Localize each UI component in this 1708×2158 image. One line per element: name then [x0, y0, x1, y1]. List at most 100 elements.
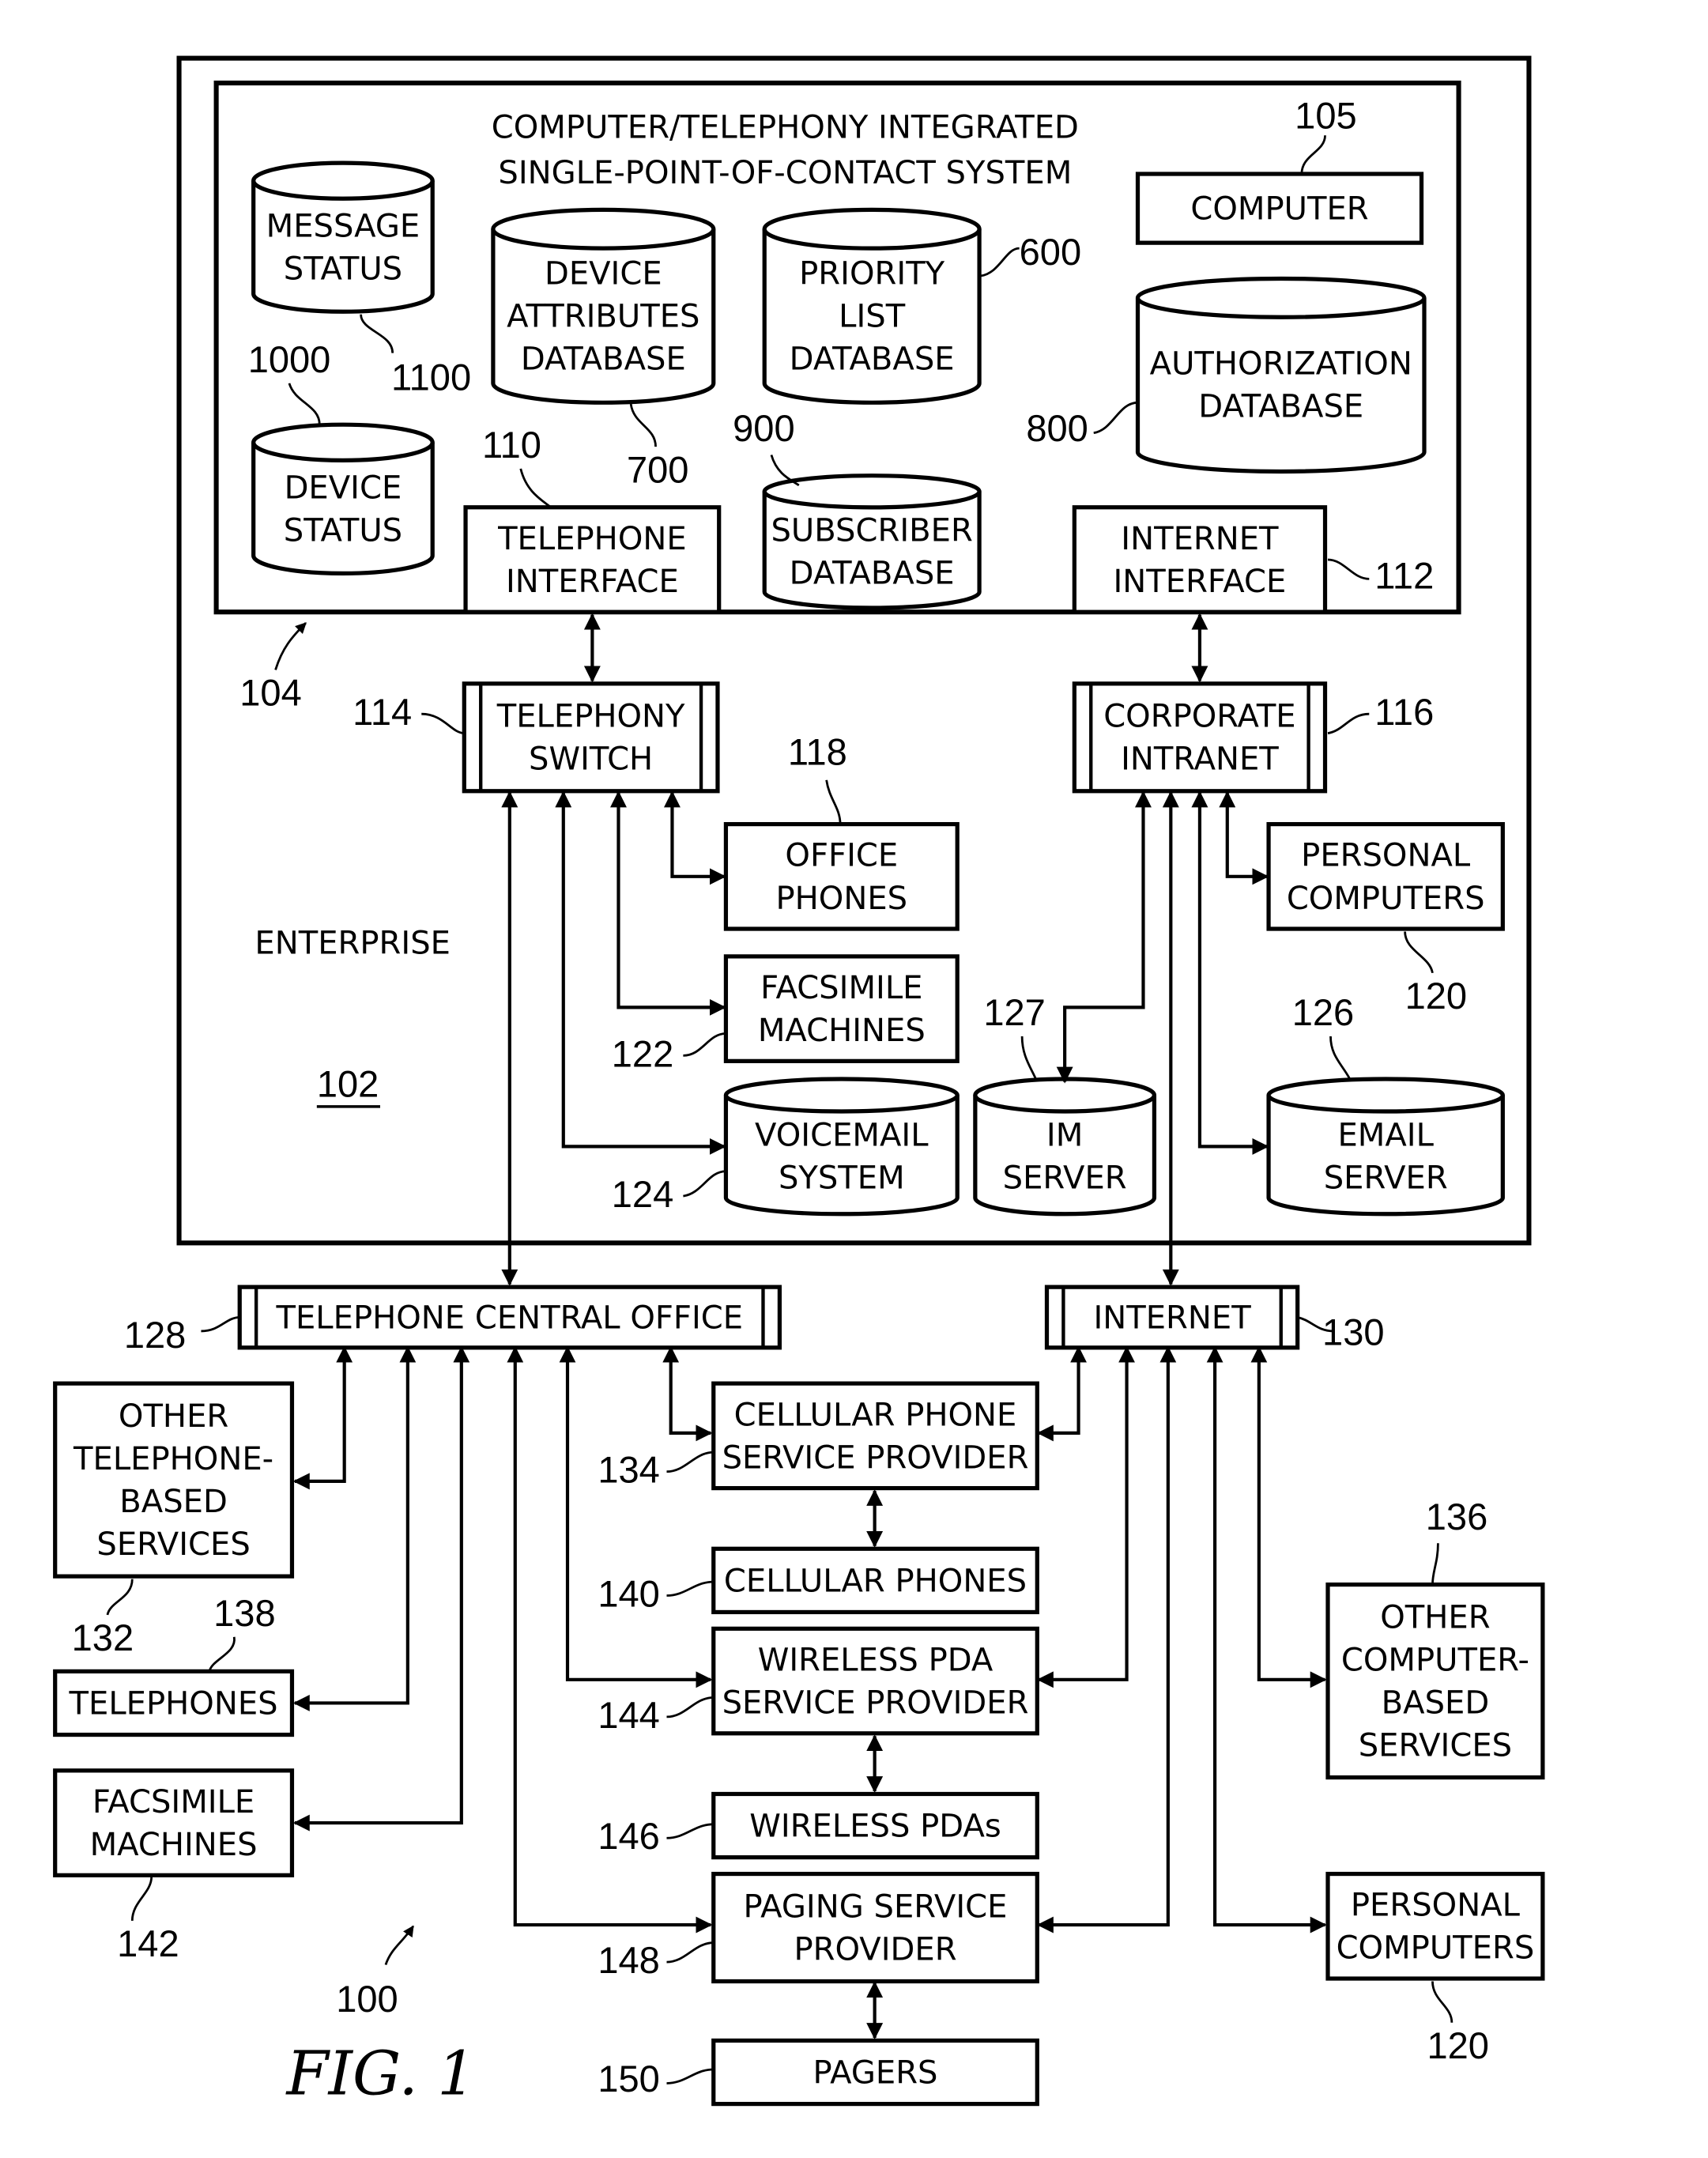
computer-node: COMPUTER 105 — [1135, 95, 1424, 245]
telephone-interface-label: INTERFACE — [506, 564, 679, 600]
other-computer-services-label: BASED — [1382, 1685, 1490, 1722]
link-intranet-email — [1191, 790, 1269, 1155]
im-server-leader-line — [1020, 1036, 1037, 1080]
cellular-provider-ref-numeral: 134 — [598, 1449, 660, 1491]
message-status-label: MESSAGE — [266, 208, 420, 244]
enterprise-label: ENTERPRISE — [255, 925, 451, 961]
paging-provider-node: PAGING SERVICE PROVIDER 148 — [598, 1871, 1039, 1984]
device-attributes-db-label: DATABASE — [521, 341, 686, 377]
authorization-db-label: DATABASE — [1198, 389, 1363, 425]
link-intranet-pcs — [1219, 790, 1269, 885]
wireless-pdas-leader-line — [666, 1823, 714, 1839]
external-pcs-ref-numeral: 120 — [1427, 2024, 1489, 2066]
device-status-label: STATUS — [284, 512, 402, 549]
cellular-provider-label: SERVICE PROVIDER — [722, 1439, 1029, 1476]
corporate-intranet-label: CORPORATE — [1103, 699, 1295, 735]
pagers-leader-line — [666, 2068, 714, 2084]
corporate-intranet-label: INTRANET — [1121, 741, 1279, 778]
external-pcs-label: PERSONAL — [1351, 1888, 1521, 1924]
enterprise-pcs-node: PERSONAL COMPUTERS 120 — [1266, 821, 1505, 1017]
priority-list-db-ref-numeral: 600 — [1020, 231, 1082, 273]
subscriber-db-ref-numeral: 900 — [733, 407, 794, 449]
external-fax-label: MACHINES — [90, 1827, 258, 1863]
computer-leader-line — [1300, 135, 1326, 175]
cellular-phones-node: CELLULAR PHONES 140 — [598, 1546, 1039, 1614]
device-status-ref-numeral: 1000 — [248, 338, 331, 380]
link-switch-office-phones — [664, 790, 726, 885]
telephony-switch-label: SWITCH — [529, 741, 653, 778]
priority-list-db-label: LIST — [839, 298, 906, 334]
enterprise-fax-label: FACSIMILE — [760, 970, 922, 1006]
link-net-pcs — [1206, 1345, 1327, 1934]
pagers-label: PAGERS — [813, 2054, 938, 2091]
telephony-switch-leader-line — [421, 712, 465, 734]
message-status-leader-line — [360, 314, 394, 353]
pagers-ref-numeral: 150 — [598, 2058, 660, 2100]
paging-provider-label: PAGING SERVICE — [744, 1888, 1008, 1925]
other-telephone-services-leader-line — [106, 1579, 134, 1616]
cellular-phones-ref-numeral: 140 — [598, 1572, 660, 1614]
authorization-db-cylinder-top — [1135, 276, 1427, 319]
telephone-central-office-label: TELEPHONE CENTRAL OFFICE — [276, 1300, 744, 1336]
im-server-label: IM — [1046, 1118, 1083, 1154]
email-server-leader-line — [1329, 1036, 1352, 1080]
internet-interface-node: INTERNET INTERFACE 112 — [1072, 505, 1434, 614]
message-status-ref-numeral: 1100 — [391, 357, 471, 398]
email-server-label: SERVER — [1324, 1160, 1448, 1197]
other-telephone-services-ref-numeral: 132 — [72, 1617, 134, 1658]
cellular-provider-leader-line — [666, 1451, 714, 1473]
external-fax-node: FACSIMILE MACHINES 142 — [53, 1768, 295, 1964]
other-computer-services-label: COMPUTER- — [1341, 1643, 1529, 1679]
external-fax-leader-line — [130, 1876, 153, 1921]
voicemail-ref-numeral: 124 — [612, 1173, 674, 1215]
other-computer-services-node: OTHER COMPUTER- BASED SERVICES 136 — [1325, 1496, 1545, 1780]
device-status-leader-line — [288, 383, 321, 425]
device-attributes-db-leader-line — [629, 403, 657, 447]
cti-system-title-line2: SINGLE-POINT-OF-CONTACT SYSTEM — [498, 155, 1072, 191]
priority-list-db-cylinder-top — [762, 207, 982, 251]
voicemail-cylinder-top — [723, 1077, 960, 1114]
subscriber-db-label: SUBSCRIBER — [771, 512, 972, 549]
cti-system-title-line1: COMPUTER/TELEPHONY INTEGRATED — [492, 110, 1079, 146]
cellular-provider-node: CELLULAR PHONE SERVICE PROVIDER 134 — [598, 1381, 1039, 1491]
telephone-central-office-leader-line — [201, 1316, 240, 1333]
link-co-pda — [559, 1345, 713, 1688]
external-pcs-label: COMPUTERS — [1337, 1930, 1535, 1967]
subscriber-db-label: DATABASE — [790, 555, 955, 591]
device-status-cylinder-top — [251, 422, 435, 462]
link-net-pda — [1036, 1345, 1136, 1688]
im-server-label: SERVER — [1003, 1160, 1127, 1197]
telephones-node: TELEPHONES 138 — [53, 1592, 295, 1737]
telephone-central-office-node: TELEPHONE CENTRAL OFFICE 128 — [124, 1285, 782, 1356]
office-phones-leader-line — [825, 779, 842, 824]
device-attributes-db-ref-numeral: 700 — [627, 448, 689, 490]
voicemail-label: SYSTEM — [779, 1160, 905, 1197]
voicemail-leader-line — [683, 1170, 726, 1198]
office-phones-label: PHONES — [776, 881, 908, 917]
telephone-central-office-ref-numeral: 128 — [124, 1314, 187, 1356]
corporate-intranet-ref-numeral: 116 — [1374, 691, 1434, 733]
computer-label: COMPUTER — [1190, 191, 1368, 228]
telephony-switch-ref-numeral: 114 — [353, 691, 412, 733]
link-co-telephones — [292, 1345, 417, 1711]
cellular-provider-label: CELLULAR PHONE — [734, 1397, 1017, 1433]
other-telephone-services-label: SERVICES — [96, 1526, 250, 1563]
internet-node: INTERNET 130 — [1044, 1285, 1385, 1353]
link-net-cellular — [1036, 1345, 1088, 1442]
telephone-interface-ref-numeral: 110 — [482, 424, 541, 466]
authorization-db-ref-numeral: 800 — [1026, 407, 1088, 449]
im-server-ref-numeral: 127 — [983, 991, 1046, 1033]
message-status-cylinder-top — [251, 160, 435, 201]
telephones-label: TELEPHONES — [69, 1685, 278, 1722]
external-pcs-node: PERSONAL COMPUTERS 120 — [1325, 1871, 1545, 2066]
authorization-db-cylinder-body — [1135, 297, 1427, 474]
system-ref: 100 — [336, 1978, 398, 2020]
other-computer-services-leader-line — [1431, 1543, 1439, 1585]
wireless-pdas-label: WIRELESS PDAs — [749, 1809, 1001, 1845]
system-diagram: COMPUTER/TELEPHONY INTEGRATED SINGLE-POI… — [53, 55, 1545, 2109]
wireless-pda-provider-node: WIRELESS PDA SERVICE PROVIDER 144 — [598, 1626, 1039, 1736]
cti-system-ref-arrow — [274, 622, 307, 670]
priority-list-db-node: PRIORITY LIST DATABASE 600 — [762, 207, 1082, 405]
external-fax-label: FACSIMILE — [92, 1784, 255, 1820]
enterprise-ref: 102 — [317, 1063, 379, 1105]
